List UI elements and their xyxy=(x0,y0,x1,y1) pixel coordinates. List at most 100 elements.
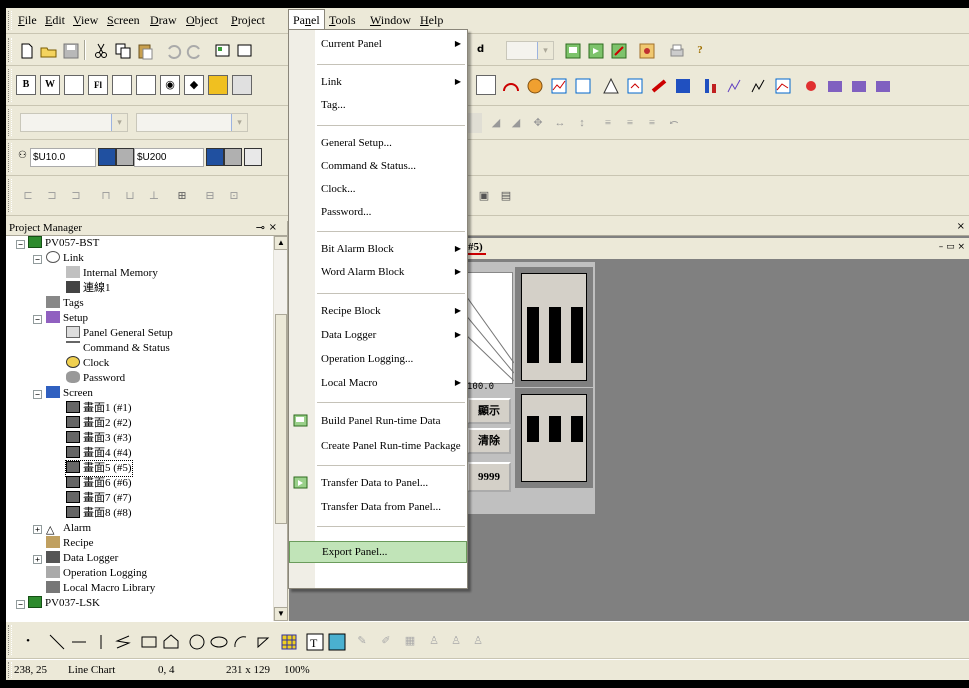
menu-item-transfer-to-panel[interactable]: Transfer Data to Panel... xyxy=(289,472,467,494)
menu-item-data-logger[interactable]: Data Logger ▶ xyxy=(289,324,467,346)
var-field-1[interactable]: $U10.0 xyxy=(30,148,96,167)
chart-icon[interactable] xyxy=(572,75,592,95)
collapse-icon[interactable]: − xyxy=(16,600,25,609)
menu-window[interactable]: Window xyxy=(370,13,411,28)
lamp-icon[interactable] xyxy=(232,75,252,95)
operation-log-icon[interactable] xyxy=(848,75,868,95)
tree-node-screen-3[interactable]: 畫面3 (#3) xyxy=(66,431,132,446)
brush-tool-icon[interactable]: ✐ xyxy=(376,631,396,651)
text-tool-icon[interactable]: T xyxy=(304,631,324,651)
send-back-icon[interactable]: ▤ xyxy=(496,186,516,206)
new-icon[interactable] xyxy=(16,40,36,60)
same-size-icon[interactable]: ⊥ xyxy=(144,186,164,206)
meter-icon[interactable] xyxy=(500,75,520,95)
collapse-icon[interactable]: − xyxy=(16,240,25,249)
value-button[interactable]: 9999 xyxy=(467,462,511,492)
menu-item-transfer-from-panel[interactable]: Transfer Data from Panel... xyxy=(289,496,467,518)
menu-item-build-runtime-data[interactable]: Build Panel Run-time Data xyxy=(289,410,467,432)
screen-next-icon[interactable] xyxy=(585,40,605,60)
align-top-icon[interactable]: ⊏ xyxy=(18,186,38,206)
align-bottom-icon[interactable]: ⊐ xyxy=(66,186,86,206)
tree-node-screen-6[interactable]: 畫面6 (#6) xyxy=(66,476,132,491)
function-button-icon[interactable]: Fl xyxy=(88,75,108,95)
tree-node-setup[interactable]: Setup xyxy=(46,311,88,326)
screen-edit-icon[interactable] xyxy=(608,40,628,60)
menu-item-local-macro[interactable]: Local Macro ▶ xyxy=(289,372,467,394)
cut-icon[interactable] xyxy=(90,40,110,60)
gauge-icon[interactable] xyxy=(524,75,544,95)
text-left-icon[interactable]: ≡ xyxy=(598,113,618,133)
tree-node-command-status[interactable]: Command & Status xyxy=(66,341,170,356)
paste-icon[interactable] xyxy=(134,40,154,60)
expand-icon[interactable]: + xyxy=(33,555,42,564)
pie-tool-icon[interactable] xyxy=(252,631,272,651)
menu-item-operation-logging[interactable]: Operation Logging... xyxy=(289,348,467,370)
menu-item-password[interactable]: Password... xyxy=(289,201,467,223)
tree-node-pv057[interactable]: PV057-BST xyxy=(28,236,99,251)
document-tab[interactable]: #5) xyxy=(465,241,486,255)
hline-tool-icon[interactable] xyxy=(68,631,88,651)
collapse-icon[interactable]: − xyxy=(33,315,42,324)
bit-button-icon[interactable]: B xyxy=(16,75,36,95)
window-controls[interactable]: – ▭ × xyxy=(939,242,965,252)
menu-help[interactable]: Help xyxy=(420,13,443,28)
tree-node-screen-4[interactable]: 畫面4 (#4) xyxy=(66,446,132,461)
help-icon[interactable]: ? xyxy=(690,40,710,60)
slider-knob[interactable] xyxy=(571,307,583,363)
user-tool-icon[interactable]: ♙ xyxy=(424,631,444,651)
xy-chart-icon[interactable] xyxy=(748,75,768,95)
menu-file[interactable]: File xyxy=(18,13,37,28)
display-button[interactable]: 顯示 xyxy=(467,398,511,424)
tree-node-link[interactable]: Link xyxy=(46,251,84,266)
line-chart-object[interactable] xyxy=(463,272,515,384)
menu-item-word-alarm-block[interactable]: Word Alarm Block ▶ xyxy=(289,261,467,283)
var-lock-icon[interactable] xyxy=(116,148,134,166)
menu-item-recipe-block[interactable]: Recipe Block ▶ xyxy=(289,300,467,322)
picture-tool-icon[interactable] xyxy=(326,631,346,651)
close-pane-icon[interactable]: × xyxy=(269,221,277,235)
menu-item-current-panel[interactable]: Current Panel ▶ xyxy=(289,33,467,55)
tree-node-data-logger[interactable]: Data Logger xyxy=(46,551,118,566)
polygon-tool-icon[interactable] xyxy=(160,631,180,651)
pin-icon[interactable]: ⊸ xyxy=(256,221,265,235)
screen-prop-icon[interactable] xyxy=(234,40,254,60)
menu-item-command-status[interactable]: Command & Status... xyxy=(289,155,467,177)
history-icon[interactable] xyxy=(872,75,892,95)
expand-icon[interactable]: + xyxy=(33,525,42,534)
var-lock-icon-2[interactable] xyxy=(224,148,242,166)
word-button-icon[interactable]: W xyxy=(40,75,60,95)
vspace-icon[interactable]: ↕ xyxy=(572,113,592,133)
menu-item-export-panel[interactable]: Export Panel... xyxy=(289,541,467,563)
text-right-icon[interactable]: ≡ xyxy=(642,113,662,133)
menu-project[interactable]: Project xyxy=(231,13,265,28)
menu-object[interactable]: Object xyxy=(186,13,218,28)
font-combo[interactable]: ▾ xyxy=(20,113,128,132)
grid-tool-icon[interactable] xyxy=(278,631,298,651)
bar-graph-icon[interactable] xyxy=(700,75,720,95)
undo-icon[interactable] xyxy=(162,40,182,60)
sort-icon[interactable]: d xyxy=(476,40,496,60)
menu-panel[interactable]: Panel xyxy=(288,9,325,30)
toolbar-grip[interactable] xyxy=(8,109,12,136)
alarm-bar-icon[interactable] xyxy=(624,75,644,95)
toggle-switch-icon[interactable] xyxy=(208,75,228,95)
dot-tool-icon[interactable]: • xyxy=(18,631,38,651)
radio-button-icon[interactable]: ◉ xyxy=(160,75,180,95)
text-center-icon[interactable]: ≡ xyxy=(620,113,640,133)
toolbar-grip[interactable] xyxy=(8,179,12,212)
move-icon[interactable]: ✥ xyxy=(528,113,548,133)
tree-node-screen-7[interactable]: 畫面7 (#7) xyxy=(66,491,132,506)
line-tool-icon[interactable] xyxy=(46,631,66,651)
vline-tool-icon[interactable] xyxy=(90,631,110,651)
tree-node-screen-5[interactable]: 畫面5 (#5) xyxy=(65,460,133,477)
rotate-icon[interactable]: ⤺ xyxy=(664,113,684,133)
menu-item-clock[interactable]: Clock... xyxy=(289,178,467,200)
ellipse-tool-icon[interactable] xyxy=(208,631,228,651)
group-icon[interactable]: ⊞ xyxy=(172,186,192,206)
toolbar-grip[interactable] xyxy=(8,38,12,62)
toolbar-grip[interactable] xyxy=(8,143,12,172)
tree-node-screen-8[interactable]: 畫面8 (#8) xyxy=(66,506,132,521)
data-table-icon[interactable] xyxy=(672,75,692,95)
stepper-icon[interactable]: ◆ xyxy=(184,75,204,95)
tree-node-screen-1[interactable]: 畫面1 (#1) xyxy=(66,401,132,416)
